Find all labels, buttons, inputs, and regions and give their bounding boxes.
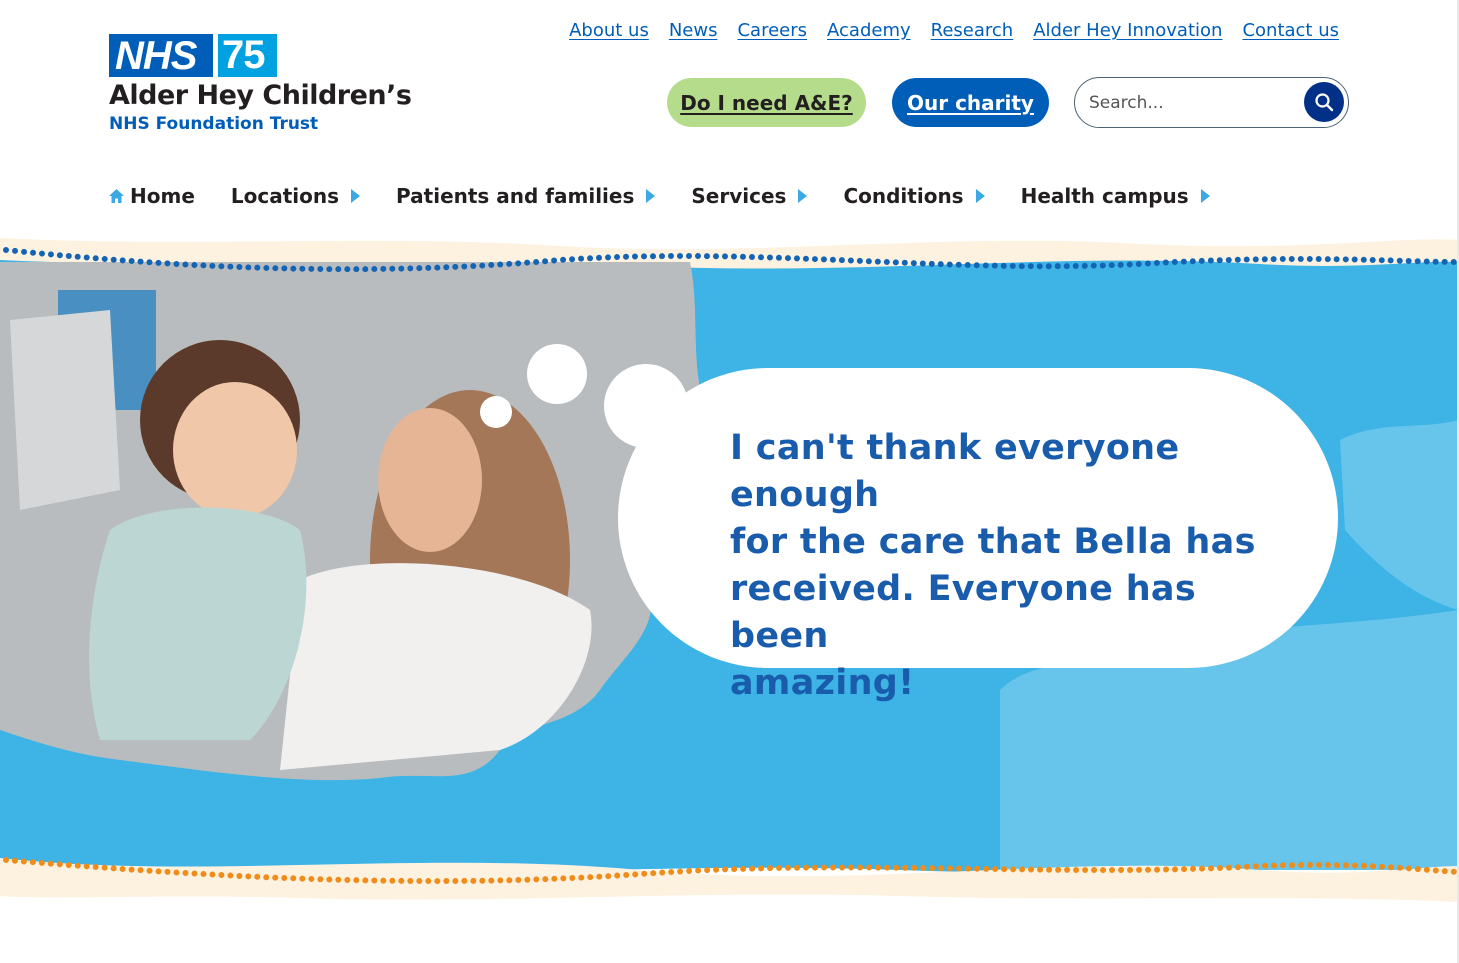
nav-item-label: Patients and families — [396, 184, 635, 208]
nhs-logo: NHS — [109, 34, 213, 77]
thought-dot-large — [604, 364, 688, 448]
nav-item-services[interactable]: Services — [691, 184, 808, 208]
arrow-right-icon — [351, 189, 361, 203]
search-input[interactable] — [1089, 88, 1289, 118]
nhs-logo-text: NHS — [115, 34, 197, 78]
nav-item-label: Health campus — [1020, 184, 1189, 208]
thought-dot-medium — [527, 344, 587, 404]
link-about-us[interactable]: About us — [569, 20, 649, 41]
photo-dress — [89, 507, 307, 740]
link-alder-hey-innovation[interactable]: Alder Hey Innovation — [1033, 20, 1222, 41]
photo-wall-panel — [10, 310, 120, 510]
quote-line: for the care that Bella has — [730, 522, 1256, 562]
nhs75-badge-text: 75 — [222, 33, 266, 77]
quote-line: I can't thank everyone enough — [730, 428, 1180, 515]
our-charity-button[interactable]: Our charity — [892, 78, 1049, 127]
nav-item-patients-and-families[interactable]: Patients and families — [396, 184, 656, 208]
trust-subtitle: NHS Foundation Trust — [109, 114, 319, 134]
do-i-need-ae-button[interactable]: Do I need A&E? — [667, 78, 866, 127]
search-box — [1074, 77, 1349, 128]
quote-line: received. Everyone has been — [730, 569, 1196, 656]
utility-nav: About us News Careers Academy Research A… — [569, 20, 1339, 41]
home-icon — [109, 189, 124, 203]
nav-item-locations[interactable]: Locations — [230, 184, 361, 208]
photo-face-adult — [378, 408, 482, 552]
nav-item-home[interactable]: Home — [108, 184, 195, 208]
nav-item-conditions[interactable]: Conditions — [843, 184, 985, 208]
arrow-right-icon — [646, 189, 656, 203]
nav-item-label: Services — [691, 184, 787, 208]
link-contact-us[interactable]: Contact us — [1242, 20, 1339, 41]
nav-item-label: Locations — [230, 184, 340, 208]
trust-name: Alder Hey Children’s — [109, 80, 412, 111]
link-news[interactable]: News — [669, 20, 718, 41]
main-nav: Home Locations Patients and families Ser… — [108, 184, 1246, 208]
site-logo[interactable]: NHS 75 Alder Hey Children’s NHS Foundati… — [109, 34, 412, 140]
link-research[interactable]: Research — [931, 20, 1014, 41]
arrow-right-icon — [975, 189, 985, 203]
link-careers[interactable]: Careers — [737, 20, 807, 41]
hero-banner: I can't thank everyone enough for the ca… — [0, 230, 1459, 910]
nav-item-health-campus[interactable]: Health campus — [1021, 184, 1210, 208]
arrow-right-icon — [1200, 189, 1210, 203]
nhs75-badge: 75 — [218, 34, 277, 77]
quote-line: amazing! — [730, 663, 915, 703]
thought-dot-small — [480, 396, 512, 428]
search-button[interactable] — [1304, 82, 1344, 122]
nav-item-label: Conditions — [843, 184, 964, 208]
photo-face-child — [173, 382, 297, 518]
link-academy[interactable]: Academy — [827, 20, 911, 41]
nav-item-label: Home — [130, 184, 195, 208]
hero-quote: I can't thank everyone enough for the ca… — [730, 425, 1270, 707]
arrow-right-icon — [798, 189, 808, 203]
search-icon — [1315, 93, 1334, 112]
